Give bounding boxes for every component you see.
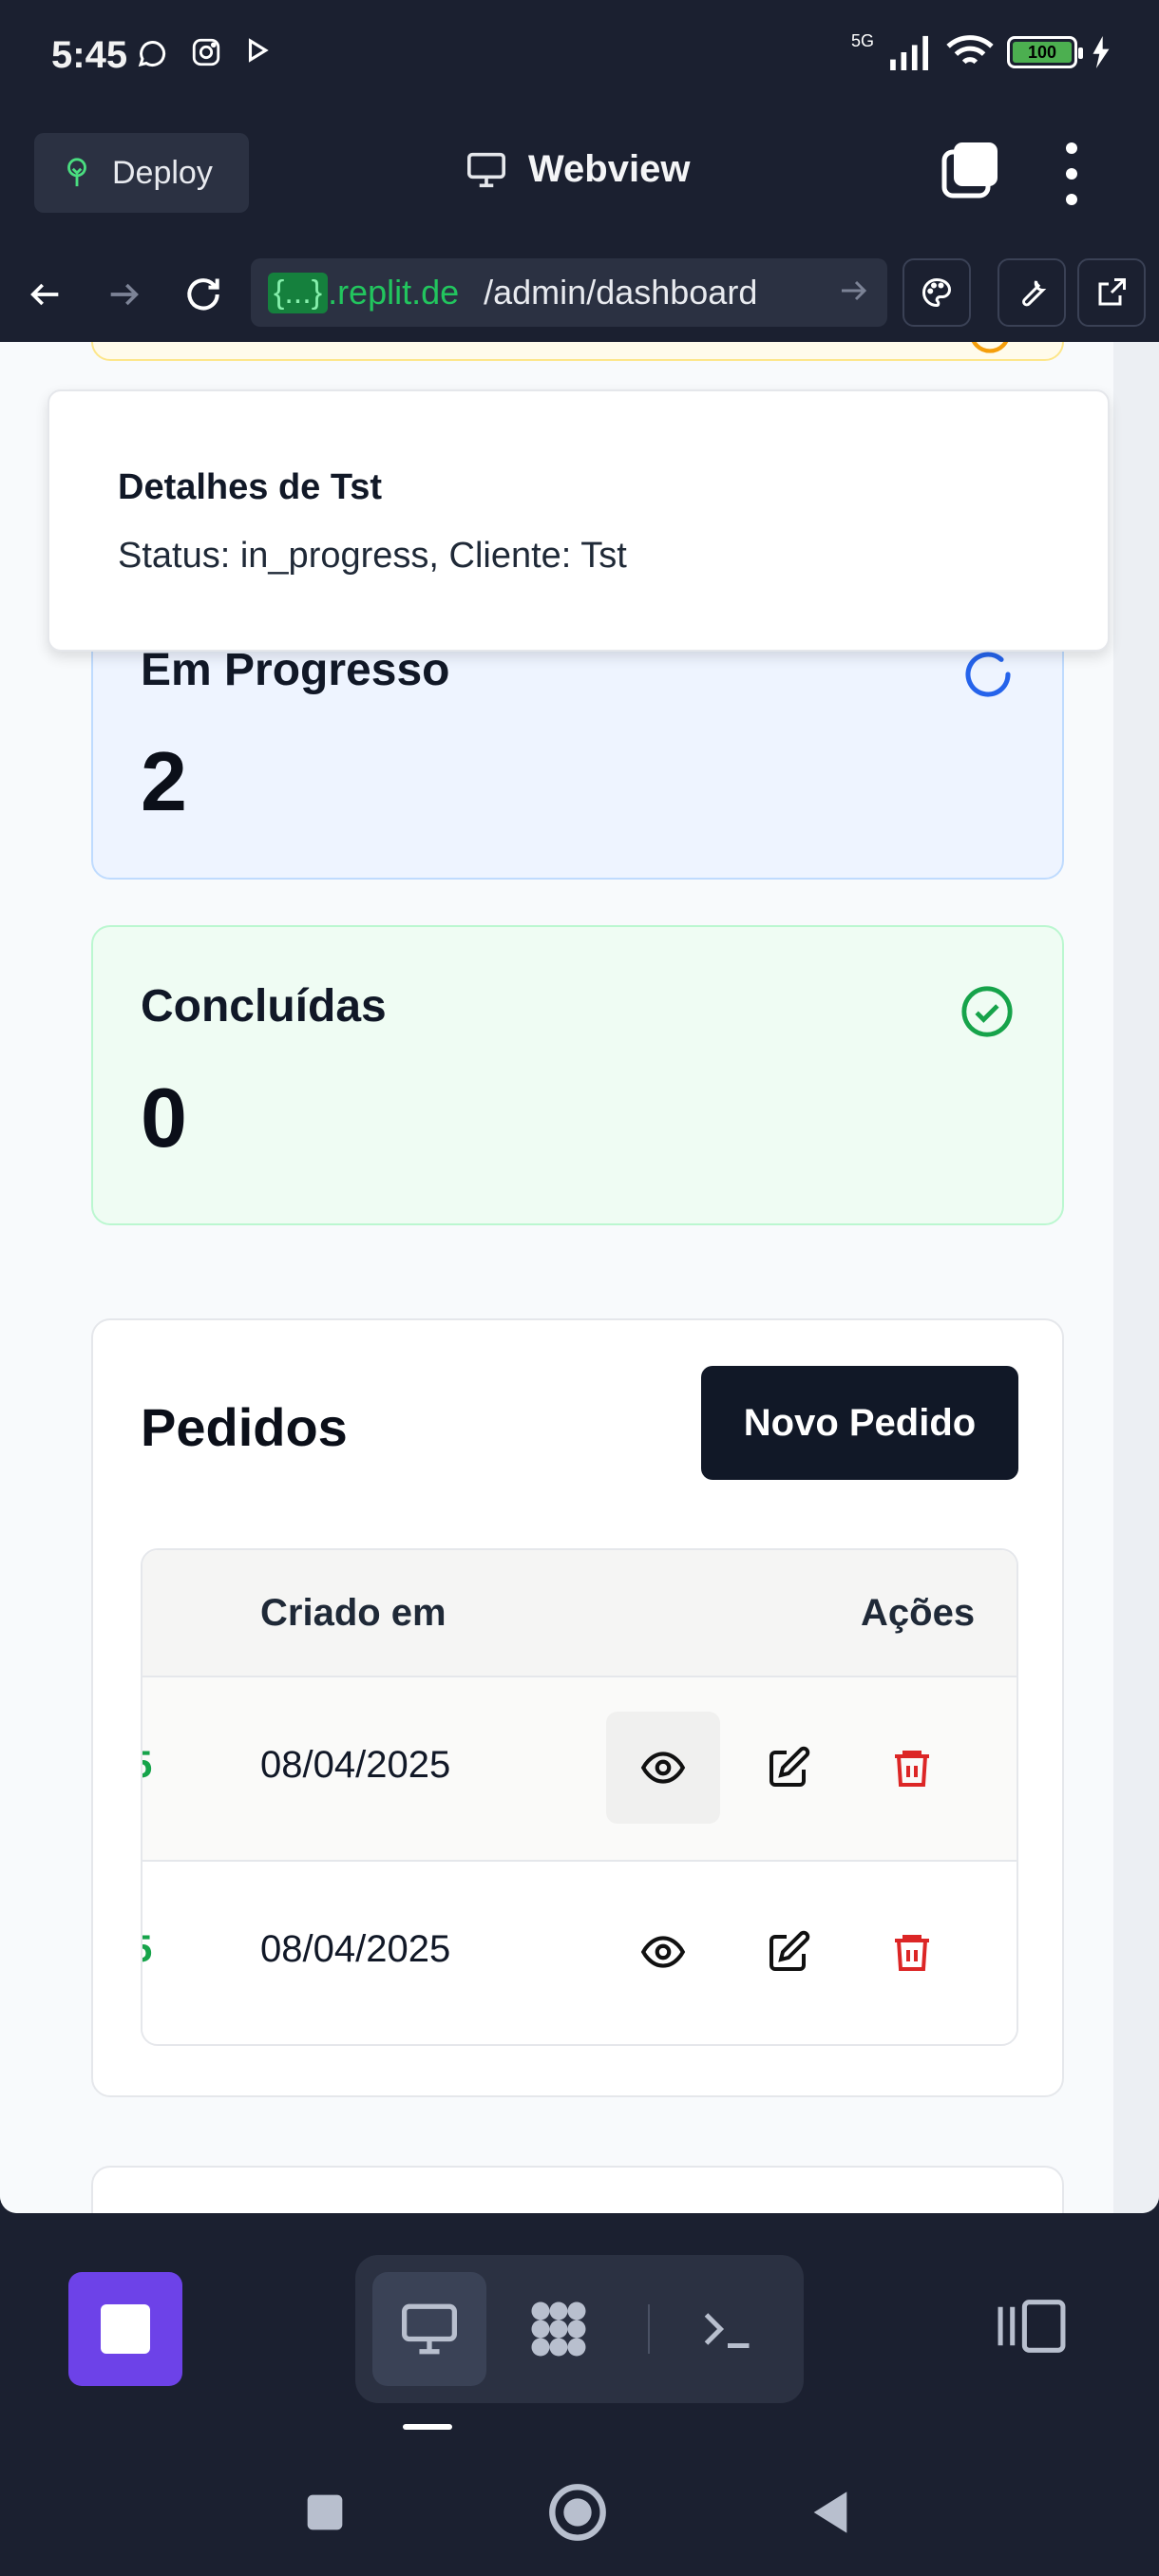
url-input[interactable]: {...} .replit.de /admin/dashboard	[251, 258, 887, 327]
open-external-button[interactable]	[1077, 258, 1146, 327]
monitor-icon	[467, 152, 505, 187]
terminal-icon	[704, 2313, 750, 2348]
table-header: Criado em Ações	[142, 1550, 1016, 1676]
view-button[interactable]	[606, 1712, 720, 1824]
edit-button[interactable]	[732, 1712, 846, 1824]
edit-icon	[770, 1746, 810, 1787]
signal-icon	[890, 35, 928, 70]
edit-icon	[770, 1930, 810, 1971]
network-type: 5G	[850, 30, 874, 50]
order-id-cell[interactable]: 5	[142, 1928, 152, 1971]
webview-viewport: Em Progresso 2 Concluídas 0 Pedidos Novo…	[0, 342, 1159, 2213]
system-indicators: 5G 100	[850, 30, 1112, 70]
edit-button[interactable]	[732, 1896, 846, 2008]
console-tab[interactable]	[671, 2272, 785, 2386]
deploy-label: Deploy	[112, 154, 213, 191]
next-section-card	[91, 2166, 1064, 2213]
toast-title: Detalhes de Tst	[118, 467, 383, 507]
reload-icon	[187, 278, 219, 311]
table-row: 5 08/04/2025	[142, 1676, 1016, 1860]
stat-card-completed: Concluídas 0	[91, 925, 1064, 1225]
divider	[648, 2304, 650, 2354]
table-row: 5 08/04/2025	[142, 1860, 1016, 2044]
eye-icon	[640, 1936, 686, 1968]
column-created: Criado em	[260, 1592, 446, 1634]
created-cell: 08/04/2025	[260, 1744, 451, 1786]
recents-button[interactable]	[287, 2479, 363, 2546]
trash-icon	[895, 1751, 929, 1787]
deploy-tree-icon	[67, 158, 86, 187]
order-id-cell[interactable]: 5	[142, 1744, 152, 1787]
layout-toggle-button[interactable]	[996, 2297, 1068, 2360]
trash-icon	[895, 1935, 929, 1971]
status-bar: 5:45 5G 100	[0, 0, 1159, 116]
external-link-icon	[1098, 278, 1126, 306]
square-icon	[307, 2494, 343, 2530]
webview-title-text: Webview	[528, 148, 691, 190]
home-circle-icon	[549, 2484, 606, 2541]
stat-value: 0	[141, 1070, 187, 1165]
devtools-button[interactable]	[998, 258, 1066, 327]
wrench-icon	[1022, 280, 1047, 307]
grid-blob-icon	[531, 2301, 586, 2357]
deploy-button[interactable]: Deploy	[34, 133, 249, 213]
notification-icons	[135, 36, 272, 70]
more-menu-button[interactable]	[1053, 142, 1091, 205]
webview-tab[interactable]	[372, 2272, 486, 2386]
url-path: /admin/dashboard	[484, 273, 758, 312]
instagram-icon	[192, 38, 220, 66]
column-actions: Ações	[861, 1592, 976, 1634]
stat-label: Concluídas	[141, 981, 387, 1032]
orders-title: Pedidos	[141, 1397, 348, 1457]
stat-card-pending	[91, 342, 1064, 361]
stat-value: 2	[141, 734, 187, 828]
webview-title: Webview	[466, 148, 690, 191]
home-indicator	[403, 2424, 452, 2430]
toast-notification[interactable]: Detalhes de Tst Status: in_progress, Cli…	[48, 389, 1110, 652]
view-switcher	[355, 2255, 804, 2403]
page-scrollbar[interactable]	[1113, 342, 1159, 2213]
reload-button[interactable]	[175, 266, 232, 323]
toast-description: Status: in_progress, Cliente: Tst	[118, 536, 627, 576]
url-brace: {...}	[268, 272, 329, 313]
forward-button[interactable]	[95, 266, 152, 323]
arrow-left-icon	[30, 283, 59, 306]
arrow-right-icon	[110, 283, 139, 306]
workspace-tab[interactable]	[502, 2272, 616, 2386]
stop-icon	[101, 2304, 150, 2354]
eye-icon	[640, 1752, 686, 1784]
stop-button[interactable]	[68, 2272, 182, 2386]
palette-icon	[922, 277, 952, 308]
back-button[interactable]	[17, 266, 74, 323]
spinner-icon	[965, 652, 1011, 697]
check-circle-icon	[961, 986, 1013, 1037]
stat-label: Em Progresso	[141, 645, 450, 695]
url-domain: .replit.de	[328, 273, 460, 312]
whatsapp-icon	[138, 41, 166, 67]
monitor-icon	[402, 2303, 457, 2355]
new-order-button[interactable]: Novo Pedido	[701, 1366, 1018, 1480]
palette-button[interactable]	[902, 258, 971, 327]
charging-icon	[1092, 36, 1110, 68]
delete-button[interactable]	[855, 1712, 969, 1824]
tabs-icon	[941, 142, 998, 199]
play-icon	[248, 38, 269, 63]
delete-button[interactable]	[855, 1896, 969, 2008]
orders-table[interactable]: Criado em Ações 5 08/04/2025	[141, 1548, 1018, 2046]
orders-card: Pedidos Novo Pedido Criado em Ações 5 08…	[91, 1318, 1064, 2097]
sidebar-layout-icon	[998, 2300, 1066, 2353]
go-arrow-icon[interactable]	[836, 274, 870, 308]
wifi-icon	[946, 35, 994, 65]
battery-icon: 100	[1007, 36, 1083, 68]
tabs-button[interactable]	[940, 141, 999, 199]
back-nav-button[interactable]	[792, 2479, 868, 2546]
created-cell: 08/04/2025	[260, 1928, 451, 1970]
home-button[interactable]	[540, 2479, 616, 2546]
clock-icon	[971, 342, 1009, 353]
status-time: 5:45	[51, 34, 128, 76]
view-button[interactable]	[606, 1896, 720, 2008]
triangle-back-icon	[813, 2491, 847, 2533]
